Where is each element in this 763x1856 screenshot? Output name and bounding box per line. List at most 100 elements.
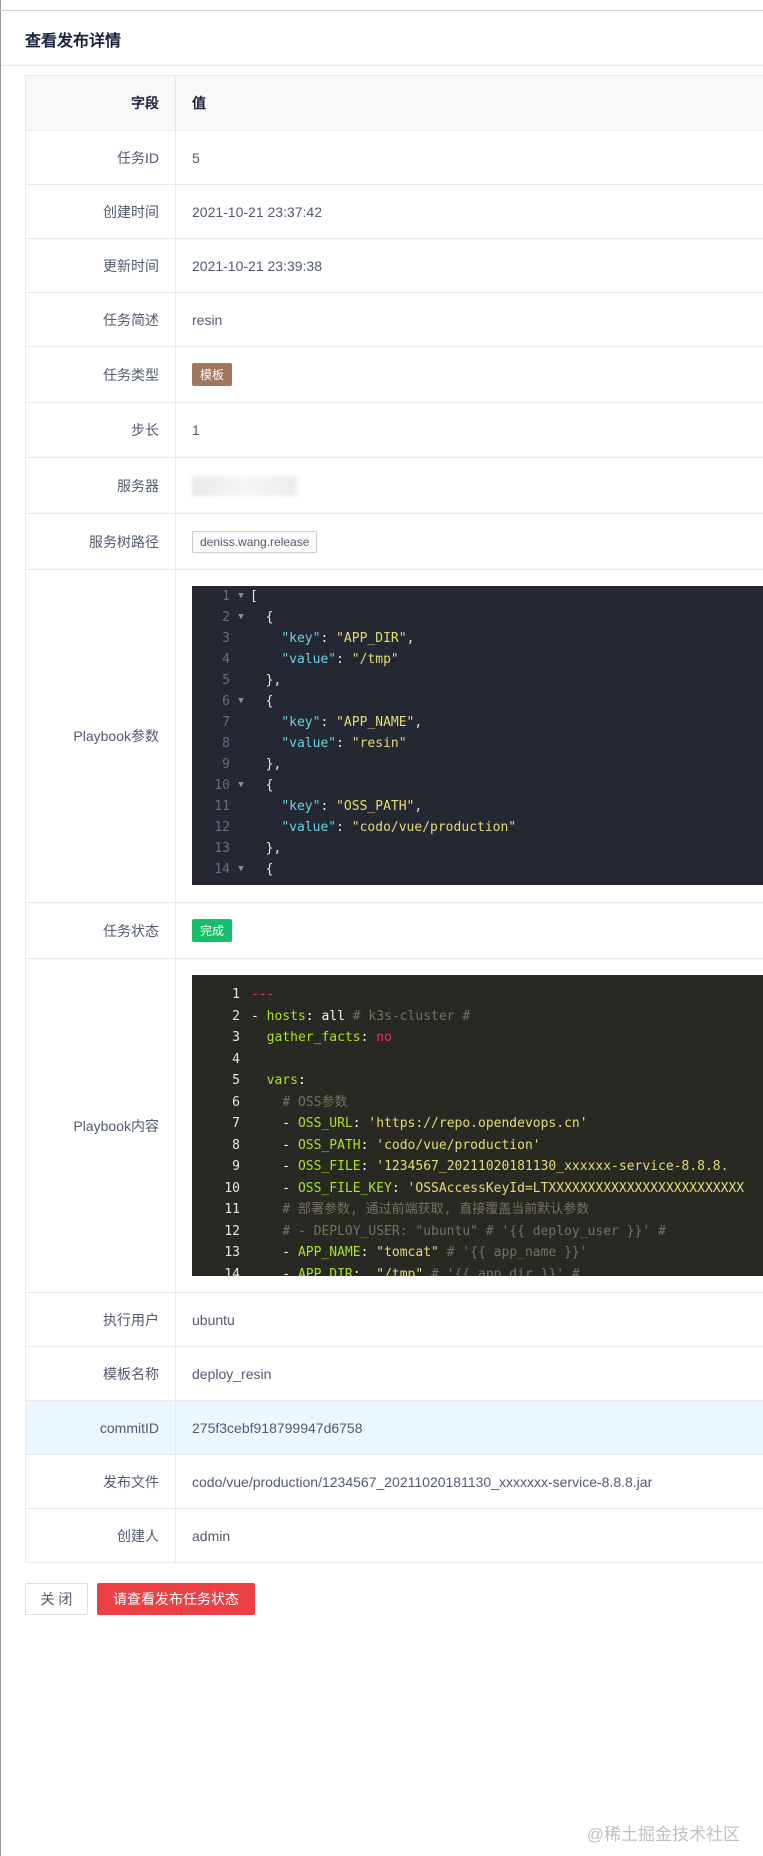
table-row-summary: 任务简述 resin bbox=[26, 293, 763, 347]
code-token: "/tmp" bbox=[351, 652, 399, 667]
code-token: vars bbox=[266, 1073, 298, 1088]
close-button[interactable]: 关 闭 bbox=[25, 1583, 88, 1615]
code-token: hosts bbox=[266, 1008, 306, 1024]
code-text: "value": "/tmp" bbox=[248, 649, 399, 670]
row-value: 1 bbox=[192, 422, 200, 438]
line-number: 9 bbox=[222, 757, 230, 772]
code-token: "key" bbox=[281, 715, 321, 730]
service-tree-path-tag: deniss.wang.release bbox=[192, 530, 318, 553]
line-number: 6 bbox=[232, 1094, 240, 1110]
code-text: # - DEPLOY_USER: "ubuntu" # '{{ deploy_u… bbox=[249, 1221, 666, 1243]
code-token: # '{{ app_dir }}' # bbox=[423, 1266, 580, 1277]
title-divider bbox=[1, 65, 763, 66]
code-text: - APP_DIR: "/tmp" # '{{ app_dir }}' # bbox=[249, 1264, 580, 1277]
fold-arrow-icon[interactable]: ▼ bbox=[234, 607, 248, 628]
code-token: OSS_FILE_KEY bbox=[297, 1180, 392, 1196]
row-label: 服务树路径 bbox=[26, 514, 176, 569]
code-text: }, bbox=[248, 754, 282, 775]
code-token: APP_DIR bbox=[297, 1266, 353, 1277]
code-text: - OSS_URL: 'https://repo.opendevops.cn' bbox=[249, 1113, 588, 1135]
code-text: "value": "codo/vue/production" bbox=[248, 817, 516, 838]
fold-gutter bbox=[234, 628, 248, 649]
code-token: "tomcat" bbox=[376, 1245, 439, 1260]
redacted-server-list bbox=[192, 475, 297, 496]
code-token: : bbox=[320, 799, 337, 814]
table-row-task-id: 任务ID 5 bbox=[26, 131, 763, 185]
code-token: - bbox=[251, 1180, 298, 1196]
fold-gutter bbox=[234, 733, 248, 754]
code-text: - hosts: all # k3s-cluster # bbox=[249, 1006, 470, 1028]
fold-arrow-icon[interactable]: ▼ bbox=[234, 691, 248, 712]
code-text: "key": "APP_DIR", bbox=[248, 628, 414, 649]
fold-arrow-icon[interactable]: ▼ bbox=[234, 586, 248, 607]
fold-arrow-icon[interactable]: ▼ bbox=[234, 775, 248, 796]
row-label: 创建时间 bbox=[26, 185, 176, 238]
row-label: 服务器 bbox=[26, 458, 176, 513]
line-number: 12 bbox=[214, 820, 230, 835]
code-line: 10 - OSS_FILE_KEY: 'OSSAccessKeyId=LTXXX… bbox=[192, 1178, 763, 1200]
code-line: 13 - APP_NAME: "tomcat" # '{{ app_name }… bbox=[192, 1242, 763, 1264]
code-token: 'codo/vue/production' bbox=[376, 1137, 541, 1153]
code-token: : bbox=[320, 631, 337, 646]
header-field: 字段 bbox=[26, 76, 176, 130]
table-row-playbook-content: Playbook内容 1 --- 2- hosts: all # k3s-clust… bbox=[26, 959, 763, 1293]
table-header-row: 字段 值 bbox=[26, 76, 763, 131]
view-release-status-button[interactable]: 请查看发布任务状态 bbox=[97, 1583, 255, 1615]
line-number: 14 bbox=[214, 862, 230, 877]
code-token: "OSS_PATH" bbox=[336, 799, 415, 814]
fold-arrow-icon[interactable]: ▼ bbox=[234, 859, 248, 880]
row-label: 任务状态 bbox=[26, 903, 176, 958]
code-line: 10 ▼ { bbox=[192, 775, 763, 796]
code-token: { bbox=[250, 778, 274, 793]
table-row-playbook-params: Playbook参数 1 ▼[2 ▼ {3 "key": "APP_DIR", 4 "… bbox=[26, 570, 763, 903]
row-label: 发布文件 bbox=[26, 1455, 176, 1508]
table-row-exec-user: 执行用户 ubuntu bbox=[26, 1293, 763, 1347]
code-line: 14 ▼ { bbox=[192, 859, 763, 880]
code-token: : bbox=[352, 1116, 369, 1131]
code-token: # OSS参数 bbox=[282, 1094, 348, 1110]
code-line: 6 # OSS参数 bbox=[192, 1092, 763, 1114]
code-text: "key": "OSS_PATH", bbox=[248, 796, 422, 817]
playbook-params-code-editor[interactable]: 1 ▼[2 ▼ {3 "key": "APP_DIR", 4 "value": "/t… bbox=[192, 586, 763, 885]
code-token: }, bbox=[250, 757, 282, 772]
code-text: # OSS参数 bbox=[249, 1092, 347, 1114]
code-text: [ bbox=[248, 586, 258, 607]
code-token: OSS_URL bbox=[297, 1116, 353, 1131]
row-value: codo/vue/production/1234567_202110201811… bbox=[192, 1473, 653, 1490]
header-value: 值 bbox=[192, 95, 206, 111]
fold-gutter bbox=[234, 670, 248, 691]
table-row-release-file: 发布文件 codo/vue/production/1234567_2021102… bbox=[26, 1455, 763, 1509]
code-line: 3 gather_facts: no bbox=[192, 1027, 763, 1049]
code-token: - bbox=[251, 1137, 298, 1153]
code-line: 4 bbox=[192, 1049, 763, 1071]
line-number: 11 bbox=[224, 1202, 240, 1217]
modal-top-border bbox=[0, 10, 763, 11]
table-row-creator: 创建人 admin bbox=[26, 1509, 763, 1563]
row-label: 模板名称 bbox=[26, 1347, 176, 1400]
code-token: gather_facts bbox=[266, 1030, 361, 1045]
code-token: - bbox=[251, 1008, 267, 1024]
line-number: 13 bbox=[224, 1245, 240, 1260]
code-token: : bbox=[391, 1180, 408, 1196]
row-label: 步长 bbox=[26, 403, 176, 457]
code-token: # 部署参数, 通过前端获取, 直接覆盖当前默认参数 bbox=[282, 1202, 590, 1217]
code-line: 8 - OSS_PATH: 'codo/vue/production' bbox=[192, 1135, 763, 1157]
code-text: }, bbox=[248, 670, 282, 691]
code-token: }, bbox=[250, 841, 282, 856]
code-token: 'https://repo.opendevops.cn' bbox=[368, 1116, 588, 1131]
code-token: : all bbox=[305, 1008, 353, 1024]
task-type-tag: 模板 bbox=[192, 363, 233, 386]
code-line: 11 "key": "OSS_PATH", bbox=[192, 796, 763, 817]
code-token: "value" bbox=[281, 652, 337, 667]
code-line: 11 # 部署参数, 通过前端获取, 直接覆盖当前默认参数 bbox=[192, 1199, 763, 1221]
playbook-content-code-editor[interactable]: 1 --- 2- hosts: all # k3s-cluster #3 gathe… bbox=[192, 975, 763, 1276]
fold-gutter bbox=[234, 796, 248, 817]
line-number: 2 bbox=[232, 1008, 240, 1024]
